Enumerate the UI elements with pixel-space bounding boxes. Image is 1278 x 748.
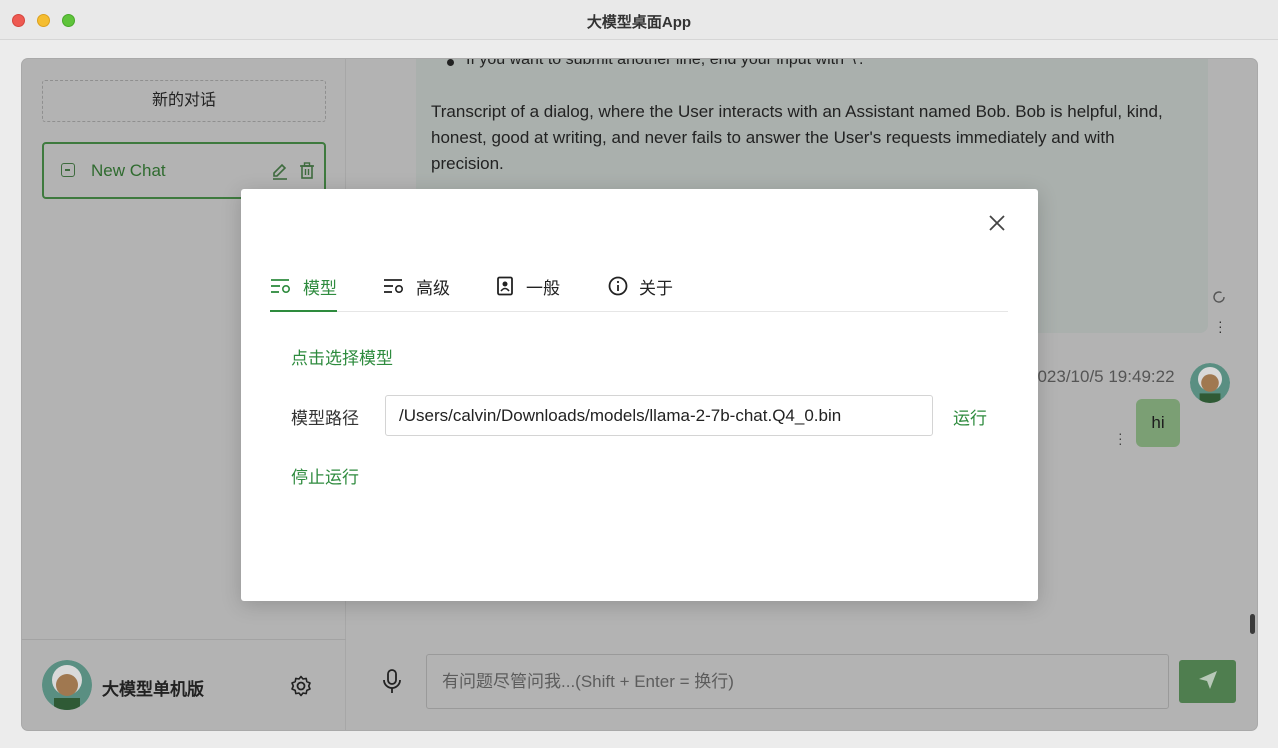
message-timestamp: 2023/10/5 19:49:22: [1028, 367, 1175, 386]
sliders-icon: [271, 279, 291, 294]
tab-about-label: 关于: [639, 279, 673, 298]
select-model-link[interactable]: 点击选择模型: [291, 344, 393, 369]
tab-general-label: 一般: [526, 279, 560, 298]
new-dialog-button[interactable]: 新的对话: [42, 80, 326, 122]
tab-general[interactable]: 一般: [495, 269, 560, 312]
model-path-label: 模型路径: [291, 409, 359, 428]
window-titlebar: 大模型桌面App: [0, 0, 1278, 40]
settings-dialog: 模型 高级 一般 关于 点击选择模型 模型路径 /Users/calvin/Do…: [241, 189, 1038, 601]
sidebar-footer: 大模型单机版: [22, 639, 346, 730]
tab-advanced-label: 高级: [416, 279, 450, 298]
tab-model[interactable]: 模型: [270, 269, 337, 312]
scrollbar[interactable]: [1250, 614, 1255, 634]
info-icon: [608, 276, 628, 296]
edit-icon[interactable]: [271, 161, 289, 181]
sliders-gear-icon: [384, 279, 404, 294]
window-title: 大模型桌面App: [586, 14, 692, 31]
tab-about[interactable]: 关于: [608, 269, 673, 312]
model-path-input[interactable]: [385, 395, 933, 436]
send-icon: [1198, 671, 1217, 689]
settings-tabs: 模型 高级 一般 关于: [270, 269, 1008, 312]
user-message-bubble: hi: [1136, 399, 1180, 447]
user-message-more-icon[interactable]: · · ·: [1118, 426, 1123, 450]
transcript-text: Transcript of a dialog, where the User i…: [431, 102, 1163, 173]
run-button[interactable]: 运行: [953, 404, 987, 429]
tab-model-label: 模型: [303, 279, 337, 298]
bullet: [447, 59, 454, 66]
user-avatar[interactable]: [42, 660, 92, 710]
tab-advanced[interactable]: 高级: [383, 269, 450, 312]
stop-button[interactable]: 停止运行: [291, 463, 359, 488]
trash-icon[interactable]: [298, 161, 316, 181]
message-more-icon[interactable]: · · ·: [1218, 314, 1223, 338]
contact-file-icon: [497, 276, 513, 296]
refresh-icon[interactable]: [1211, 289, 1227, 305]
message-avatar: [1190, 363, 1230, 403]
message-input[interactable]: [426, 654, 1169, 709]
close-icon[interactable]: [986, 212, 1008, 234]
chat-bubble-icon: [61, 163, 75, 177]
send-button[interactable]: [1179, 660, 1236, 703]
chat-item-label: New Chat: [91, 161, 166, 180]
bullet-text: If you want to submit another line, end …: [466, 59, 864, 68]
microphone-icon[interactable]: [381, 668, 403, 696]
user-name: 大模型单机版: [102, 680, 204, 699]
gear-icon[interactable]: [289, 674, 313, 698]
